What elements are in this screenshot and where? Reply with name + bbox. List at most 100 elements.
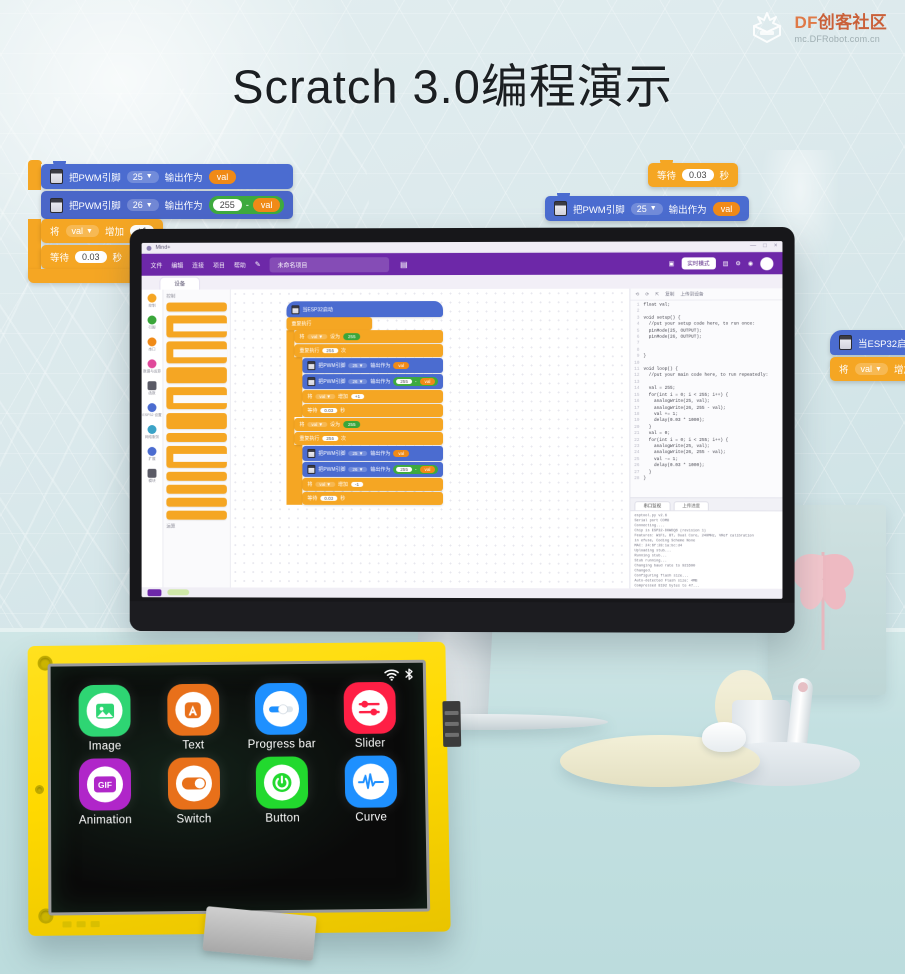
pin-dropdown[interactable]: 26 ▼ [348, 379, 368, 385]
operand-left[interactable]: 255 [212, 199, 242, 211]
subtract-operator-block[interactable]: 255 - val [393, 464, 439, 474]
palette-block[interactable] [166, 302, 227, 312]
script-set-variable-block-2[interactable]: 将 val ▼ 设为 255 [294, 418, 444, 431]
operand-left[interactable]: 255 [396, 379, 412, 385]
script-pwm-block-2[interactable]: 把PWM引脚 26 ▼ 输出作为 255 - val [302, 374, 444, 390]
script-canvas[interactable]: 当ESP32启动 重复执行 将 val ▼ 设为 255 重复执行 255 次 … [230, 288, 630, 589]
app-button[interactable]: Button [238, 756, 327, 825]
pwm-output-block-1[interactable]: 把PWM引脚 25 ▼ 输出作为 val [41, 161, 294, 189]
pin-dropdown[interactable]: 25 ▼ [348, 363, 368, 369]
palette-block[interactable] [166, 341, 227, 364]
app-image[interactable]: Image [61, 684, 150, 753]
upload-button[interactable]: 上传到设备 [680, 291, 703, 297]
pwm-output-block[interactable]: 把PWM引脚 25 ▼ 输出作为 val [545, 193, 750, 221]
variable-val[interactable]: val [208, 169, 237, 184]
operand-right[interactable]: val [419, 378, 436, 386]
pin-dropdown[interactable]: 26 ▼ [348, 466, 368, 472]
script-repeat-block[interactable]: 重复执行 255 次 [294, 344, 444, 358]
subtract-operator-block[interactable]: 255 - val [208, 196, 285, 214]
lcd-screen[interactable]: Image Text Progress bar Slider GIF Anima… [47, 659, 431, 916]
script-repeat-block-2[interactable]: 重复执行 255 次 [294, 431, 444, 445]
app-text[interactable]: Text [149, 683, 238, 752]
image-icon-tile[interactable] [78, 684, 131, 737]
variable-dropdown[interactable]: val ▼ [315, 481, 335, 487]
set-value-input[interactable]: 255 [342, 421, 361, 429]
variable-val[interactable]: val [393, 449, 410, 457]
category-serial[interactable]: 串口 [147, 337, 157, 352]
variable-val[interactable]: val [712, 201, 741, 216]
window-controls[interactable]: — □ × [750, 243, 777, 249]
palette-block[interactable] [166, 315, 227, 338]
copy-button[interactable]: 复制 [665, 291, 674, 297]
script-set-variable-block[interactable]: 将 val ▼ 设为 255 [294, 330, 444, 344]
tab-device[interactable]: 设备 [159, 276, 201, 290]
power-icon-tile[interactable] [255, 756, 309, 809]
wait-seconds-input[interactable]: 0.03 [320, 495, 338, 501]
text-icon-tile[interactable] [166, 683, 220, 736]
palette-block[interactable] [166, 471, 227, 481]
tab-serial-monitor[interactable]: 串口监视 [634, 501, 671, 511]
operand-right[interactable]: val [419, 465, 436, 473]
avatar[interactable] [760, 256, 774, 270]
palette-block[interactable] [166, 497, 227, 507]
script-wait-block-2[interactable]: 等待 0.03 秒 [302, 491, 444, 505]
variable-dropdown[interactable]: val ▼ [307, 334, 328, 340]
menu-project[interactable]: 项目 [213, 260, 225, 269]
category-esp32-settings[interactable]: ESP32 设置 [142, 403, 162, 418]
app-progress-bar[interactable]: Progress bar [237, 682, 326, 752]
project-name-field[interactable]: 未命名项目 [269, 256, 390, 272]
wait-block[interactable]: 等待 0.03 秒 [648, 160, 739, 187]
pencil-icon[interactable]: ✎ [255, 261, 261, 269]
change-variable-block[interactable]: 将 val▼ 增加 [830, 357, 905, 381]
mode-selector[interactable]: 实时模式 [681, 257, 716, 270]
script-pwm-block-4[interactable]: 把PWM引脚 26 ▼ 输出作为 255 - val [302, 461, 444, 477]
category-pin[interactable]: 引脚 [147, 315, 157, 331]
slider-icon-tile[interactable] [343, 681, 396, 735]
variable-dropdown[interactable]: val ▼ [315, 394, 335, 400]
variable-val[interactable]: val [393, 362, 410, 370]
menu-connect[interactable]: 连接 [192, 260, 204, 269]
change-amount-input[interactable]: +1 [350, 394, 365, 400]
app-switch[interactable]: Switch [149, 757, 238, 826]
palette-block[interactable] [166, 413, 227, 430]
gear-icon[interactable]: ⚙ [735, 260, 740, 267]
script-change-variable-block-1[interactable]: 将 val ▼ 增加 +1 [302, 390, 444, 404]
wait-seconds-input[interactable]: 0.03 [682, 169, 714, 181]
pin-dropdown[interactable]: 25 ▼ [126, 170, 159, 183]
code-editor[interactable]: 1 float val; 2 3 void setup() {4 //put your … [630, 300, 782, 497]
run-button[interactable] [147, 588, 162, 596]
subtract-operator-block[interactable]: 255 - val [393, 377, 439, 387]
save-icon[interactable]: ▤ [400, 260, 408, 269]
esp32-start-hat-block[interactable]: 当ESP32启动 [830, 330, 905, 355]
gif-icon-tile[interactable]: GIF [79, 758, 132, 811]
repeat-count-input[interactable]: 255 [322, 435, 338, 441]
script-wait-block-1[interactable]: 等待 0.03 秒 [302, 404, 444, 418]
category-data-operators[interactable]: 数据与运算 [143, 359, 161, 374]
wait-seconds-input[interactable]: 0.03 [75, 251, 107, 263]
minimize-button[interactable]: — [750, 243, 756, 249]
category-network[interactable]: 网络服务 [145, 425, 159, 440]
script-esp32-start-hat[interactable]: 当ESP32启动 [286, 301, 444, 318]
app-animation[interactable]: GIF Animation [61, 758, 150, 827]
pin-dropdown[interactable]: 26 ▼ [126, 199, 159, 211]
category-functions[interactable]: 函数 [147, 381, 157, 396]
switch-icon-tile[interactable] [167, 757, 220, 810]
maximize-button[interactable]: □ [763, 243, 767, 249]
variable-dropdown[interactable]: val ▼ [854, 363, 888, 375]
monitor-icon[interactable]: ▤ [723, 260, 729, 267]
script-forever-block[interactable]: 重复执行 [286, 317, 373, 331]
palette-block[interactable] [166, 367, 227, 384]
variable-dropdown[interactable]: val ▼ [65, 225, 99, 237]
operand-left[interactable]: 255 [396, 466, 412, 472]
curve-icon-tile[interactable] [344, 755, 398, 808]
category-modules[interactable]: 模块 [147, 468, 157, 484]
pwm-output-block-2[interactable]: 把PWM引脚 26 ▼ 输出作为 255 - val [41, 191, 294, 219]
pin-dropdown[interactable]: 25 ▼ [630, 202, 663, 215]
block-palette[interactable]: 控制 运算 [163, 289, 231, 588]
palette-block[interactable] [166, 445, 227, 468]
menu-help[interactable]: 帮助 [234, 260, 246, 269]
script-pwm-block-1[interactable]: 把PWM引脚 25 ▼ 输出作为 val [302, 358, 444, 374]
app-slider[interactable]: Slider [325, 681, 414, 750]
menu-edit[interactable]: 编辑 [171, 260, 183, 269]
close-button[interactable]: × [774, 243, 778, 249]
